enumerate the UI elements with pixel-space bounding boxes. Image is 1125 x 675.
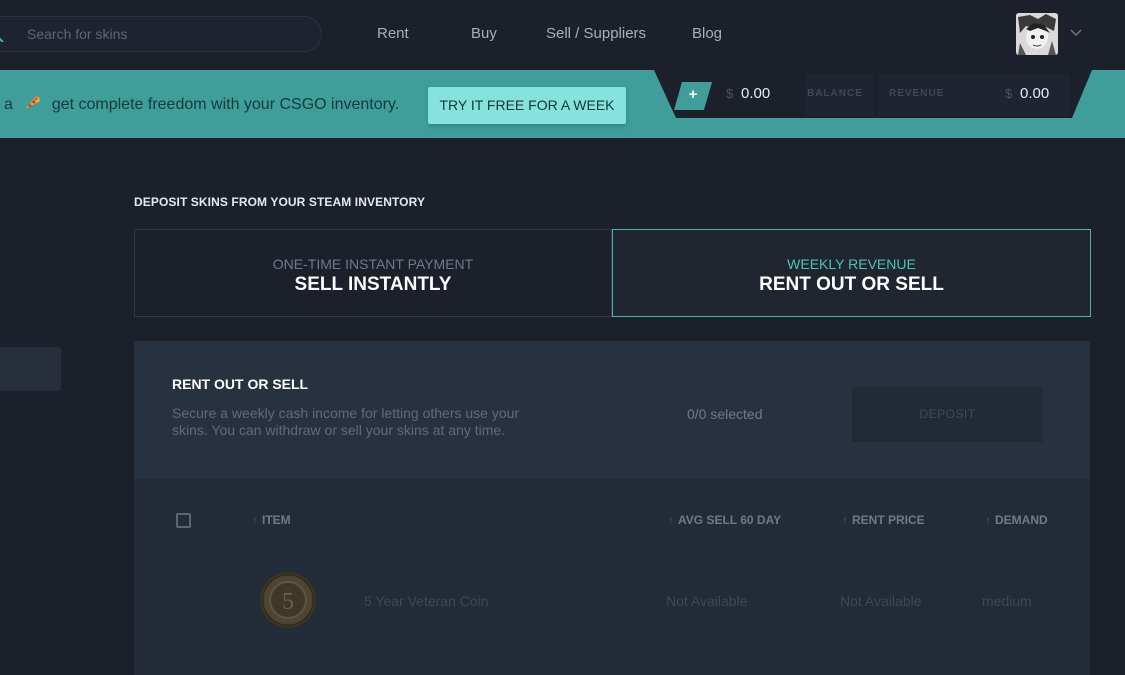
panel-title: RENT OUT OR SELL [172, 376, 309, 392]
sell-instantly-subtitle: ONE-TIME INSTANT PAYMENT [272, 256, 474, 272]
veteran-coin-icon: 5 [260, 572, 316, 628]
inventory-table: ↑ ITEM ↑ AVG SELL 60 DAY ↑ RENT PRICE ↑ DEMA… [134, 479, 1090, 675]
rent-out-title: RENT OUT OR SELL [759, 274, 944, 295]
top-navigation: Rent Buy Sell / Suppliers Blog [0, 0, 1125, 70]
row-rent-price: Not Available [840, 593, 922, 609]
balance-currency: $ [726, 86, 734, 101]
row-demand: medium [982, 593, 1032, 609]
column-header-avg-sell[interactable]: ↑ AVG SELL 60 DAY [668, 513, 781, 527]
rent-out-subtitle: WEEKLY REVENUE [787, 256, 916, 272]
row-item-name[interactable]: 5 Year Veteran Coin [364, 593, 489, 609]
rent-out-or-sell-option[interactable]: WEEKLY REVENUE RENT OUT OR SELL [612, 229, 1091, 317]
banner-text-prefix: a [4, 96, 13, 113]
avatar-image [1016, 13, 1058, 55]
sort-arrow-icon: ↑ [842, 513, 848, 527]
revenue-label: REVENUE [889, 88, 945, 99]
banner-text: a get complete freedom with your CSGO in… [4, 95, 399, 114]
try-free-button[interactable]: TRY IT FREE FOR A WEEK [428, 87, 626, 124]
avatar[interactable] [1016, 13, 1058, 55]
select-all-checkbox[interactable] [176, 513, 191, 528]
sort-arrow-icon: ↑ [252, 513, 258, 527]
sidebar-block [0, 347, 61, 391]
column-header-demand[interactable]: ↑ DEMAND [985, 513, 1048, 527]
balance-amount: 0.00 [741, 85, 771, 102]
pizza-icon [25, 96, 41, 109]
balance-label: BALANCE [807, 88, 863, 99]
column-header-label: DEMAND [995, 513, 1048, 527]
sort-arrow-icon: ↑ [668, 513, 674, 527]
deposit-button[interactable]: DEPOSIT [852, 387, 1043, 442]
nav-link-blog[interactable]: Blog [692, 25, 722, 42]
rent-panel: RENT OUT OR SELL Secure a weekly cash in… [134, 341, 1090, 479]
row-avg-sell: Not Available [666, 593, 748, 609]
sort-arrow-icon: ↑ [985, 513, 991, 527]
column-header-label: AVG SELL 60 DAY [678, 513, 782, 527]
search-icon [0, 37, 4, 42]
column-header-label: ITEM [262, 513, 291, 527]
column-header-rent-price[interactable]: ↑ RENT PRICE [842, 513, 925, 527]
coin-number: 5 [282, 589, 294, 615]
promo-banner: a get complete freedom with your CSGO in… [0, 70, 1125, 138]
revenue-amount: 0.00 [1020, 85, 1050, 102]
nav-link-sell-suppliers[interactable]: Sell / Suppliers [546, 25, 646, 42]
nav-link-buy[interactable]: Buy [471, 25, 497, 42]
selected-count: 0/0 selected [687, 406, 763, 422]
column-header-item[interactable]: ↑ ITEM [252, 513, 291, 527]
revenue-currency: $ [1005, 86, 1013, 101]
column-header-label: RENT PRICE [852, 513, 925, 527]
sell-instantly-title: SELL INSTANTLY [294, 274, 452, 295]
chevron-down-icon[interactable] [1069, 26, 1083, 40]
search-box[interactable] [0, 16, 322, 52]
deposit-section-title: DEPOSIT SKINS FROM YOUR STEAM INVENTORY [134, 195, 426, 209]
nav-link-rent[interactable]: Rent [377, 25, 409, 42]
panel-description: Secure a weekly cash income for letting … [172, 405, 520, 438]
search-input[interactable] [27, 17, 307, 51]
sell-instantly-option[interactable]: ONE-TIME INSTANT PAYMENT SELL INSTANTLY [134, 229, 612, 317]
banner-text-main: get complete freedom with your CSGO inve… [51, 96, 400, 113]
plus-icon: + [688, 86, 698, 103]
add-funds-button[interactable]: + [674, 82, 712, 110]
